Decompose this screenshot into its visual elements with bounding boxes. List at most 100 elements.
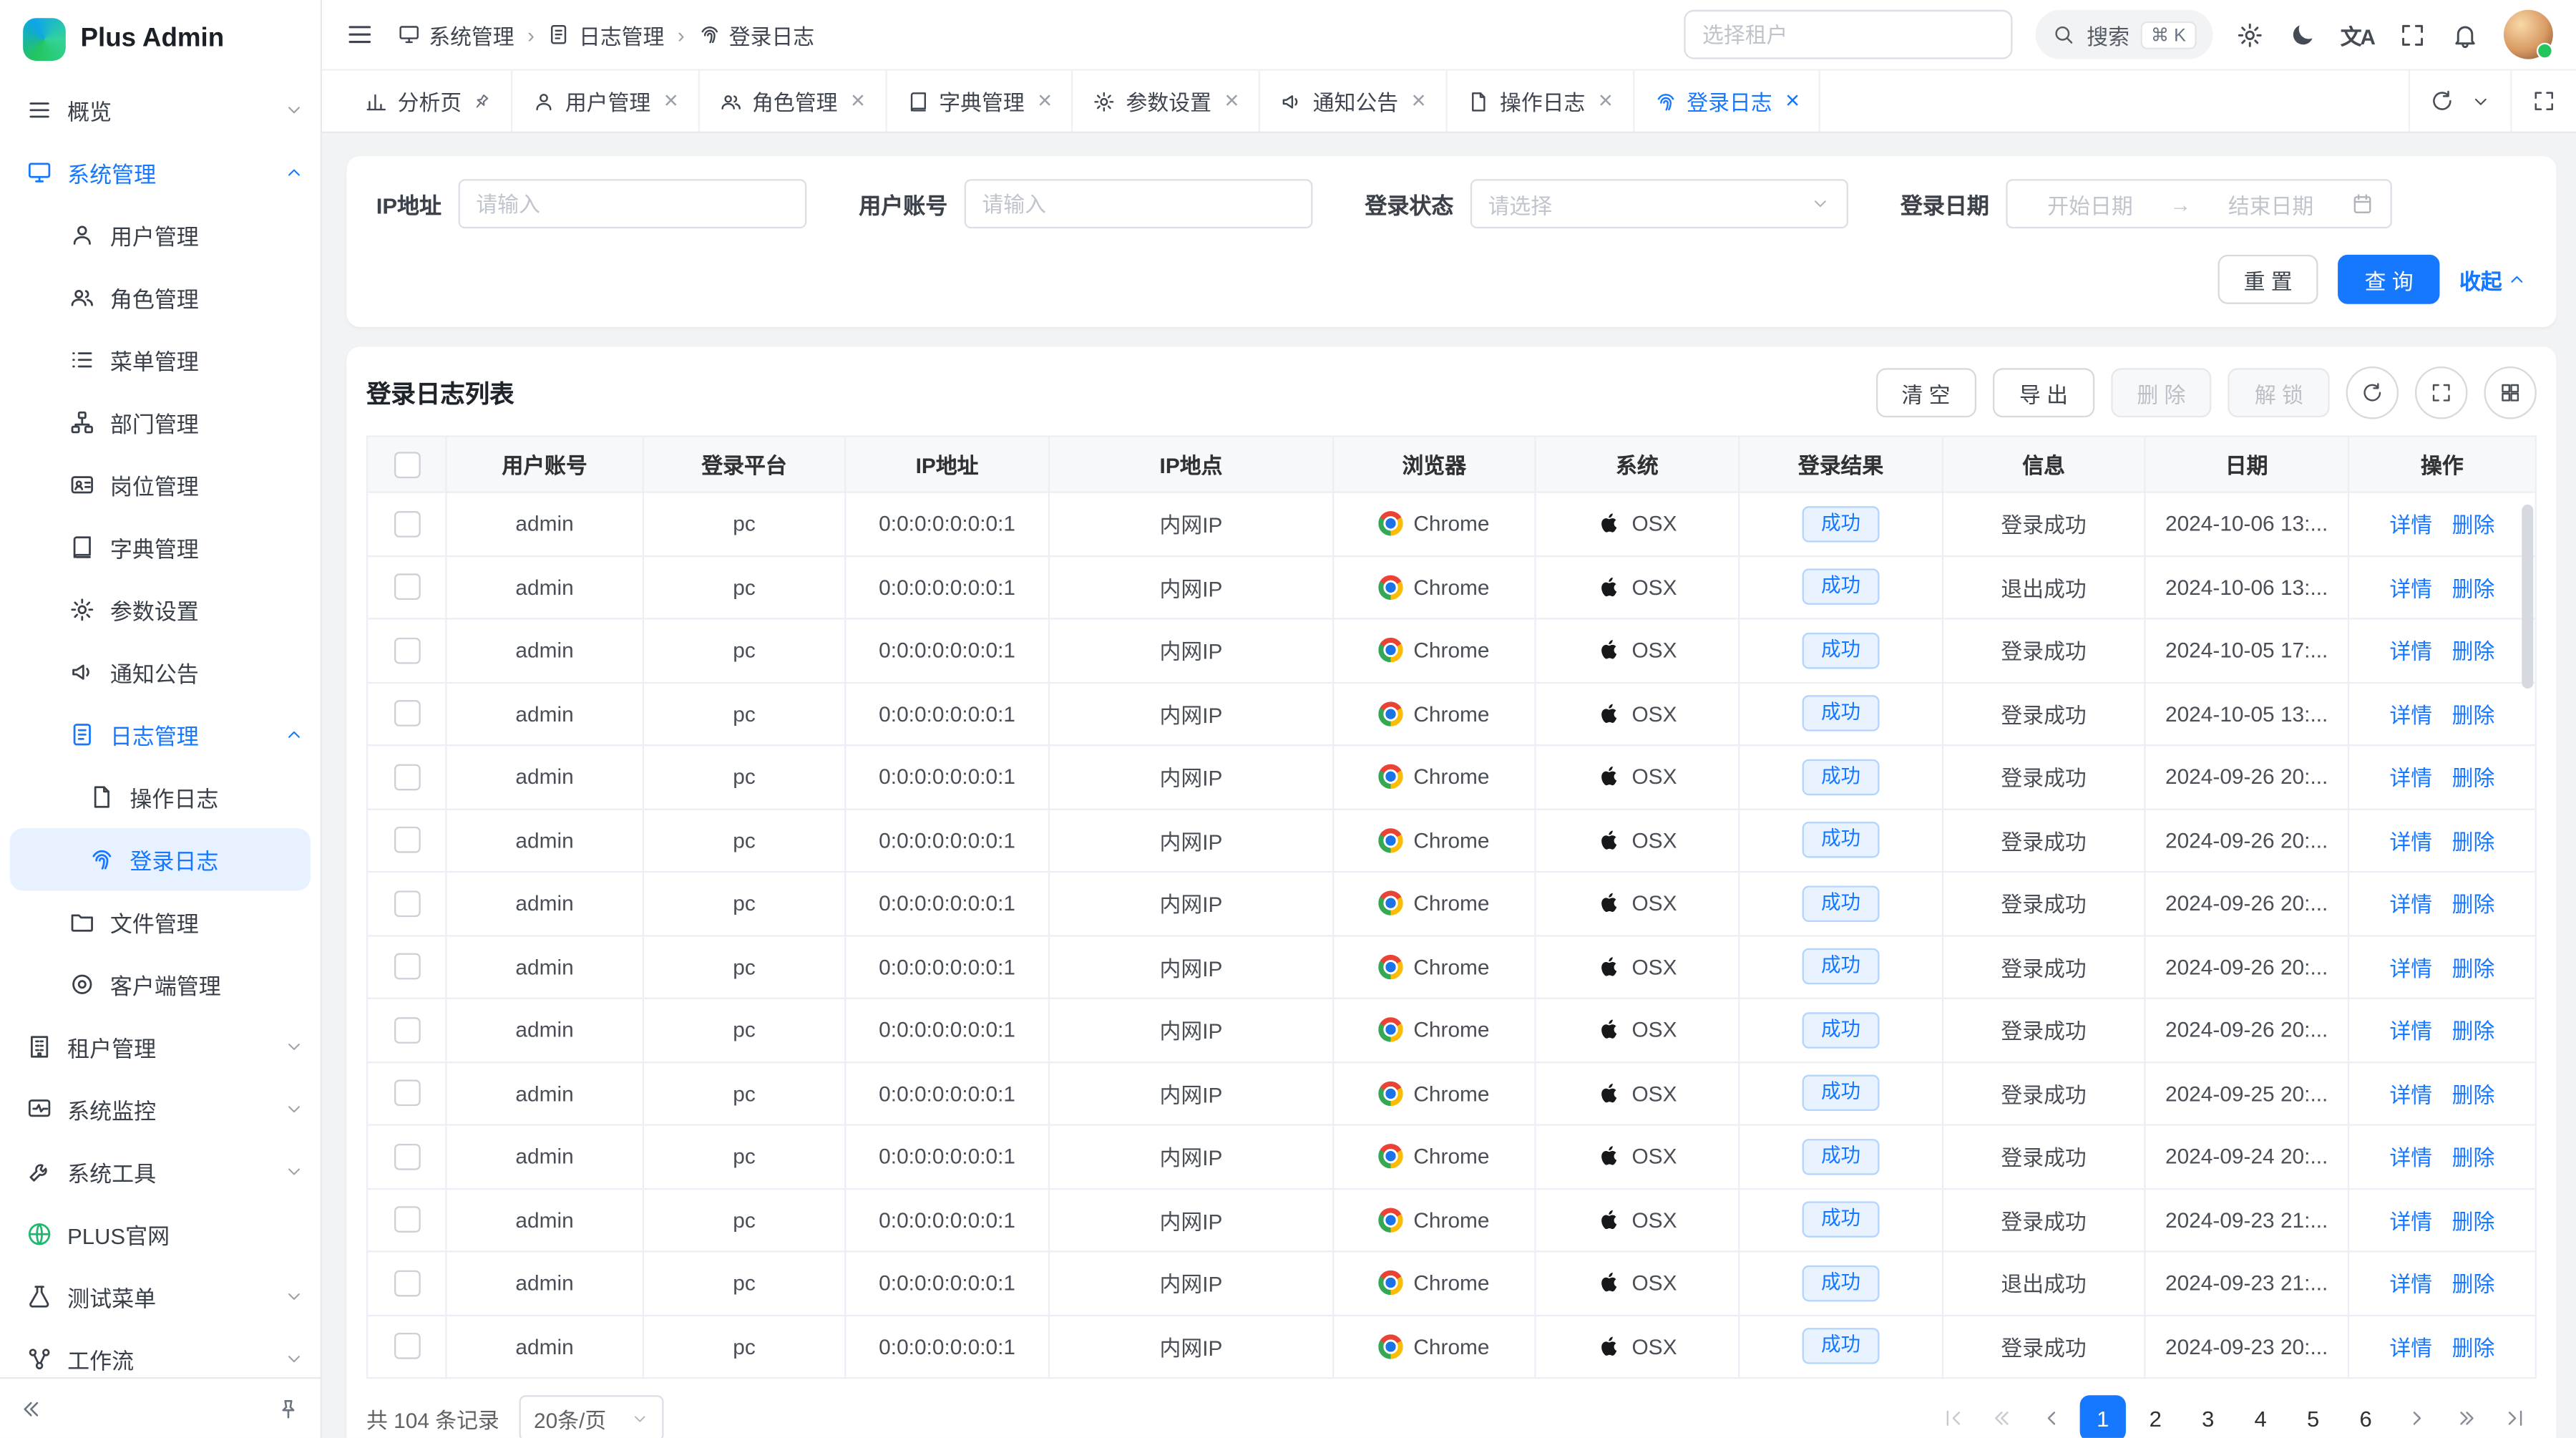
sidebar-item-通知公告[interactable]: 通知公告 bbox=[0, 641, 321, 703]
close-icon[interactable]: × bbox=[1785, 89, 1800, 113]
detail-link[interactable]: 详情 bbox=[2389, 508, 2432, 540]
sidebar-item-文件管理[interactable]: 文件管理 bbox=[0, 890, 321, 953]
tab-用户管理[interactable]: 用户管理 × bbox=[512, 71, 699, 132]
delete-link[interactable]: 删除 bbox=[2452, 698, 2495, 729]
column-header-用户账号[interactable]: 用户账号 bbox=[447, 437, 644, 493]
close-icon[interactable]: × bbox=[664, 89, 678, 113]
close-icon[interactable]: × bbox=[1224, 89, 1239, 113]
delete-link[interactable]: 删除 bbox=[2452, 1141, 2495, 1172]
prev-5-pages-button[interactable] bbox=[1981, 1397, 2024, 1438]
detail-link[interactable]: 详情 bbox=[2389, 1204, 2432, 1235]
delete-link[interactable]: 删除 bbox=[2452, 951, 2495, 983]
row-checkbox[interactable] bbox=[394, 953, 420, 980]
sidebar-item-测试菜单[interactable]: 测试菜单 bbox=[0, 1265, 321, 1328]
sidebar-item-租户管理[interactable]: 租户管理 bbox=[0, 1016, 321, 1078]
tab-分析页[interactable]: 分析页 bbox=[345, 71, 512, 132]
query-button[interactable]: 查 询 bbox=[2338, 255, 2439, 304]
delete-link[interactable]: 删除 bbox=[2452, 762, 2495, 793]
settings-gear-icon[interactable] bbox=[2235, 21, 2263, 49]
sidebar-item-PLUS官网[interactable]: PLUS官网 bbox=[0, 1203, 321, 1265]
unlock-button[interactable]: 解 锁 bbox=[2228, 368, 2329, 417]
breadcrumb-item[interactable]: 登录日志 bbox=[698, 19, 814, 50]
row-checkbox[interactable] bbox=[394, 574, 420, 601]
column-header-操作[interactable]: 操作 bbox=[2349, 437, 2534, 493]
tab-options-chevron-icon[interactable] bbox=[2471, 91, 2491, 111]
breadcrumb-item[interactable]: 日志管理 bbox=[547, 19, 664, 50]
row-checkbox[interactable] bbox=[394, 827, 420, 853]
detail-link[interactable]: 详情 bbox=[2389, 951, 2432, 983]
sidebar-item-日志管理[interactable]: 日志管理 bbox=[0, 704, 321, 766]
detail-link[interactable]: 详情 bbox=[2389, 762, 2432, 793]
delete-link[interactable]: 删除 bbox=[2452, 1204, 2495, 1235]
table-scrollbar[interactable] bbox=[2522, 505, 2533, 689]
column-settings-button[interactable] bbox=[2484, 366, 2536, 419]
collapse-filters-link[interactable]: 收起 bbox=[2459, 263, 2527, 295]
sidebar-item-参数设置[interactable]: 参数设置 bbox=[0, 578, 321, 641]
detail-link[interactable]: 详情 bbox=[2389, 1141, 2432, 1172]
detail-link[interactable]: 详情 bbox=[2389, 1268, 2432, 1299]
tab-角色管理[interactable]: 角色管理 × bbox=[700, 71, 887, 132]
close-icon[interactable]: × bbox=[851, 89, 865, 113]
close-icon[interactable]: × bbox=[1599, 89, 1613, 113]
select-all-checkbox[interactable] bbox=[394, 451, 420, 477]
sidebar-item-系统工具[interactable]: 系统工具 bbox=[0, 1140, 321, 1203]
detail-link[interactable]: 详情 bbox=[2389, 825, 2432, 856]
delete-link[interactable]: 删除 bbox=[2452, 888, 2495, 919]
page-button-2[interactable]: 2 bbox=[2132, 1395, 2178, 1438]
column-header-信息[interactable]: 信息 bbox=[1943, 437, 2145, 493]
detail-link[interactable]: 详情 bbox=[2389, 888, 2432, 919]
row-checkbox[interactable] bbox=[394, 1017, 420, 1044]
detail-link[interactable]: 详情 bbox=[2389, 1014, 2432, 1046]
collapse-sidebar-icon[interactable] bbox=[20, 1396, 44, 1420]
delete-link[interactable]: 删除 bbox=[2452, 1268, 2495, 1299]
row-checkbox[interactable] bbox=[394, 890, 420, 917]
delete-button[interactable]: 删 除 bbox=[2111, 368, 2212, 417]
sidebar-item-工作流[interactable]: 工作流 bbox=[0, 1328, 321, 1377]
sidebar-item-菜单管理[interactable]: 菜单管理 bbox=[0, 329, 321, 391]
detail-link[interactable]: 详情 bbox=[2389, 635, 2432, 666]
detail-link[interactable]: 详情 bbox=[2389, 571, 2432, 603]
export-button[interactable]: 导 出 bbox=[1993, 368, 2094, 417]
sidebar-item-概览[interactable]: 概览 bbox=[0, 79, 321, 141]
page-button-3[interactable]: 3 bbox=[2185, 1395, 2231, 1438]
last-page-button[interactable] bbox=[2494, 1397, 2537, 1438]
column-header-日期[interactable]: 日期 bbox=[2145, 437, 2349, 493]
page-size-select[interactable]: 20条/页 bbox=[519, 1395, 663, 1438]
page-button-6[interactable]: 6 bbox=[2343, 1395, 2389, 1438]
logo[interactable]: Plus Admin bbox=[0, 0, 321, 79]
column-header-登录结果[interactable]: 登录结果 bbox=[1740, 437, 1943, 493]
close-icon[interactable]: × bbox=[1412, 89, 1426, 113]
account-input[interactable] bbox=[964, 179, 1312, 228]
column-header-登录平台[interactable]: 登录平台 bbox=[644, 437, 846, 493]
detail-link[interactable]: 详情 bbox=[2389, 1331, 2432, 1362]
sidebar-item-用户管理[interactable]: 用户管理 bbox=[0, 204, 321, 266]
first-page-button[interactable] bbox=[1932, 1397, 1975, 1438]
row-checkbox[interactable] bbox=[394, 1080, 420, 1107]
pin-icon[interactable] bbox=[467, 87, 495, 115]
delete-link[interactable]: 删除 bbox=[2452, 1331, 2495, 1362]
prev-page-button[interactable] bbox=[2031, 1397, 2074, 1438]
global-search[interactable]: 搜索 ⌘ K bbox=[2036, 10, 2212, 59]
page-button-4[interactable]: 4 bbox=[2238, 1395, 2283, 1438]
row-checkbox[interactable] bbox=[394, 764, 420, 790]
fullscreen-icon[interactable] bbox=[2399, 21, 2426, 49]
content-fullscreen-icon[interactable] bbox=[2532, 89, 2556, 113]
sidebar-item-系统管理[interactable]: 系统管理 bbox=[0, 141, 321, 203]
refresh-page-icon[interactable] bbox=[2430, 89, 2454, 113]
status-select[interactable]: 请选择 bbox=[1470, 179, 1848, 228]
column-header-IP地址[interactable]: IP地址 bbox=[846, 437, 1050, 493]
row-checkbox[interactable] bbox=[394, 701, 420, 727]
sidebar-item-字典管理[interactable]: 字典管理 bbox=[0, 516, 321, 578]
detail-link[interactable]: 详情 bbox=[2389, 698, 2432, 729]
clear-button[interactable]: 清 空 bbox=[1875, 368, 1976, 417]
language-translate-icon[interactable]: 文A bbox=[2341, 19, 2374, 50]
row-checkbox[interactable] bbox=[394, 1143, 420, 1170]
row-checkbox[interactable] bbox=[394, 510, 420, 537]
sidebar-item-岗位管理[interactable]: 岗位管理 bbox=[0, 454, 321, 516]
detail-link[interactable]: 详情 bbox=[2389, 1078, 2432, 1109]
row-checkbox[interactable] bbox=[394, 1207, 420, 1233]
next-5-pages-button[interactable] bbox=[2444, 1397, 2487, 1438]
sidebar-item-操作日志[interactable]: 操作日志 bbox=[0, 766, 321, 828]
delete-link[interactable]: 删除 bbox=[2452, 635, 2495, 666]
delete-link[interactable]: 删除 bbox=[2452, 508, 2495, 540]
